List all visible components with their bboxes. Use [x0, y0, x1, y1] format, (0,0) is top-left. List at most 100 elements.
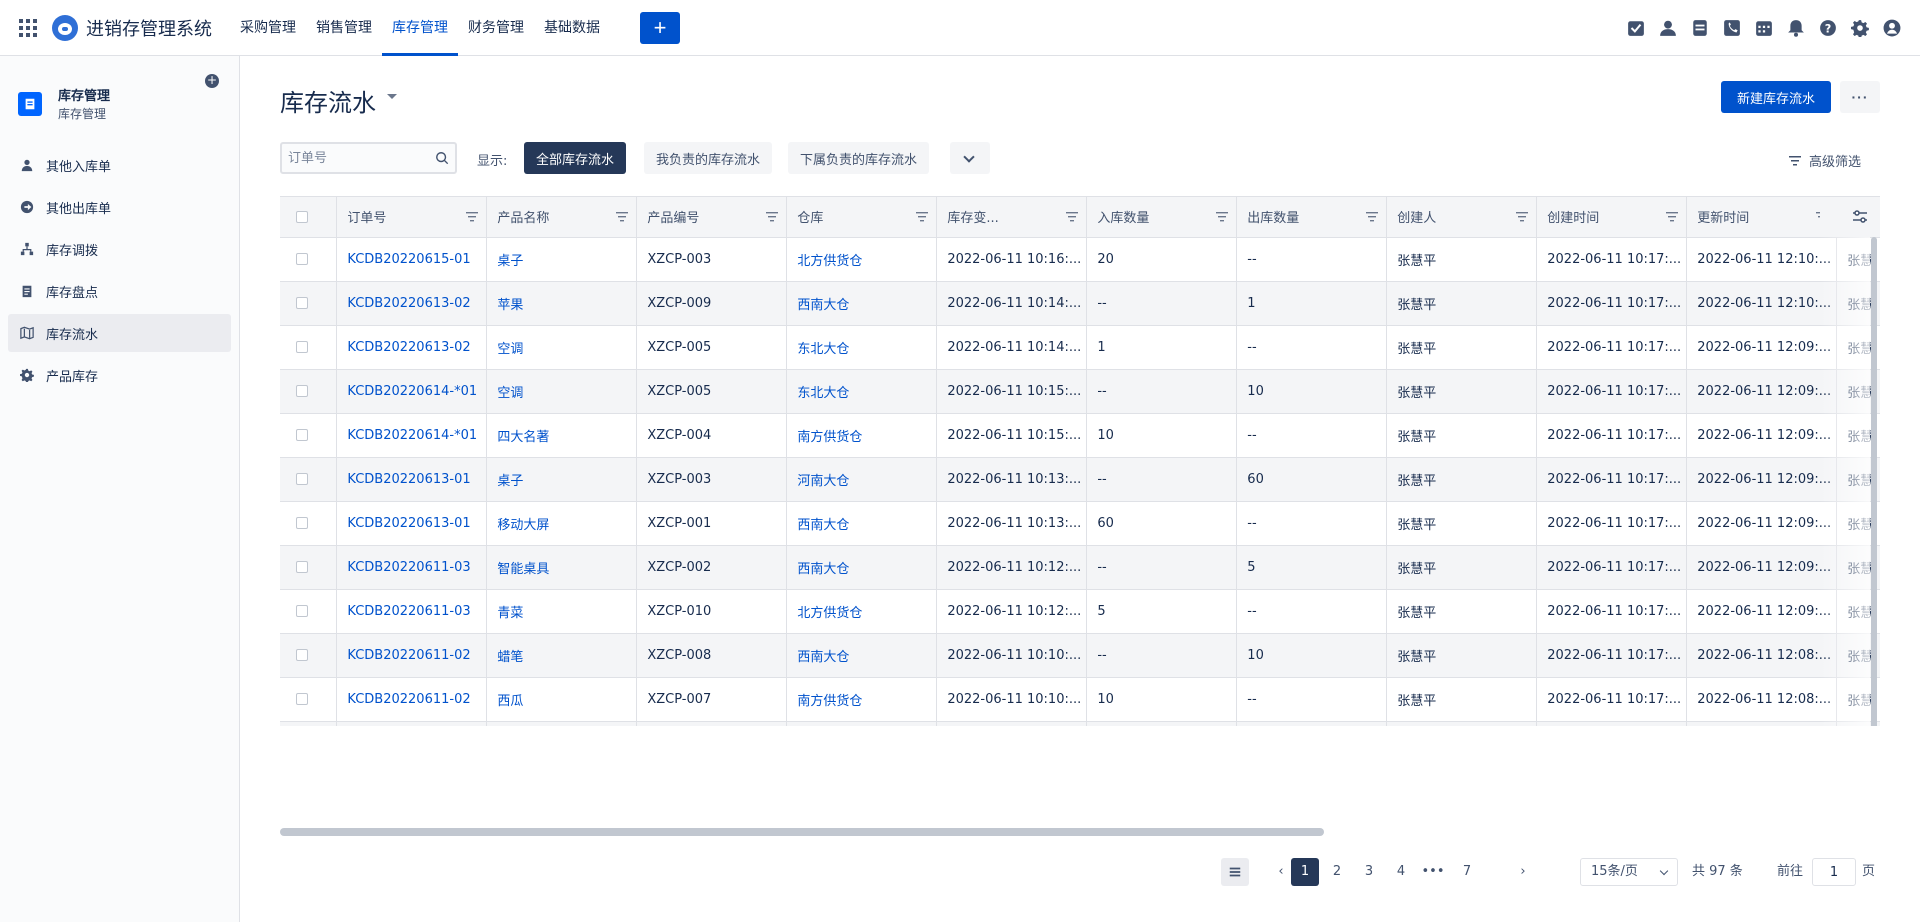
column-settings-icon[interactable] — [1820, 197, 1880, 237]
cell-link[interactable]: KCDB20220611-03 — [336, 589, 488, 634]
cell-link[interactable]: KCDB20220613-01 — [336, 501, 488, 546]
column-header-9[interactable]: 更新时间 — [1686, 197, 1838, 238]
sidebar-item-3[interactable]: 库存盘点 — [8, 272, 231, 310]
nav-item-2[interactable]: 库存管理 — [382, 0, 458, 56]
cell-link[interactable]: KCDB20220615-01 — [336, 237, 488, 282]
create-button[interactable]: + — [640, 11, 680, 44]
phone-icon[interactable] — [1716, 12, 1748, 44]
title-dropdown-icon[interactable] — [387, 94, 397, 99]
cell-link[interactable]: 河南大仓 — [786, 457, 938, 502]
row-checkbox[interactable] — [296, 297, 308, 309]
cell-link[interactable]: KCDB20220614-*01 — [336, 369, 488, 414]
more-button[interactable]: ··· — [1840, 81, 1880, 113]
search-input[interactable] — [282, 144, 422, 172]
new-inventory-flow-button[interactable]: 新建库存流水 — [1721, 81, 1831, 113]
page-number[interactable]: 3 — [1355, 858, 1383, 886]
horizontal-scrollbar[interactable] — [280, 828, 1324, 836]
cell-link[interactable]: 西南大仓 — [786, 545, 938, 590]
cell-link[interactable]: 华为电脑 — [486, 721, 638, 726]
advanced-filter[interactable]: 高级筛选 — [1789, 151, 1861, 170]
column-filter-icon[interactable] — [916, 212, 929, 222]
cell-link[interactable]: KCDB20220611-03 — [336, 545, 488, 590]
page-number[interactable]: 1 — [1291, 858, 1319, 886]
cell-link[interactable]: 青菜 — [486, 589, 638, 634]
cell-link[interactable]: KCDB20220614-*01 — [336, 413, 488, 458]
page-ellipsis[interactable]: ••• — [1419, 858, 1447, 886]
page-size-select[interactable]: 15条/页 — [1580, 858, 1678, 886]
app-switcher-icon[interactable] — [14, 14, 42, 42]
column-header-3[interactable]: 仓库 — [786, 197, 938, 238]
filter-all[interactable]: 全部库存流水 — [524, 142, 627, 174]
avatar-icon[interactable] — [1876, 12, 1908, 44]
cell-link[interactable]: 南方供货仓 — [786, 413, 938, 458]
cell-link[interactable]: 南方供货仓 — [786, 677, 938, 722]
select-all-checkbox[interactable] — [296, 210, 308, 223]
column-filter-icon[interactable] — [1516, 212, 1529, 222]
row-checkbox[interactable] — [296, 693, 308, 705]
row-checkbox[interactable] — [296, 649, 308, 661]
table-row[interactable]: KCDB20220615-01 桌子 XZCP-003 北方供货仓 2022-06-11… — [280, 237, 1880, 282]
row-checkbox[interactable] — [296, 385, 308, 397]
table-row[interactable]: KCDB20220613-02 苹果 XZCP-009 西南大仓 2022-06-11 … — [280, 281, 1880, 326]
cell-link[interactable]: 东北大仓 — [786, 369, 938, 414]
cell-link[interactable]: 移动大屏 — [486, 501, 638, 546]
nav-item-0[interactable]: 采购管理 — [230, 0, 306, 56]
table-row[interactable]: KCDB20220613-02 空调 XZCP-005 东北大仓 2022-06-11 … — [280, 325, 1880, 370]
row-checkbox[interactable] — [296, 605, 308, 617]
table-row[interactable]: KCDB20220611-02 西瓜 XZCP-007 南方供货仓 2022-06-11… — [280, 677, 1880, 722]
column-header-5[interactable]: 入库数量 — [1086, 197, 1238, 238]
page-number[interactable]: 7 — [1453, 858, 1481, 886]
sidebar-item-2[interactable]: 库存调拨 — [8, 230, 231, 268]
filter-subordinates[interactable]: 下属负责的库存流水 — [788, 142, 930, 174]
table-row[interactable]: KCDB20220614-*01 空调 XZCP-005 东北大仓 2022-06-11… — [280, 369, 1880, 414]
cell-link[interactable]: KCDB20220611-02 — [336, 633, 488, 678]
document-icon[interactable] — [1684, 12, 1716, 44]
filter-mine[interactable]: 我负责的库存流水 — [644, 142, 773, 174]
cell-link[interactable]: 西瓜 — [486, 677, 638, 722]
nav-item-4[interactable]: 基础数据 — [534, 0, 610, 56]
cell-link[interactable]: 苹果 — [486, 281, 638, 326]
column-header-1[interactable]: 产品名称 — [486, 197, 638, 238]
search-icon[interactable] — [435, 151, 449, 165]
column-header-8[interactable]: 创建时间 — [1536, 197, 1688, 238]
table-row[interactable]: KCDB20220613-01 桌子 XZCP-003 河南大仓 2022-06-11 … — [280, 457, 1880, 502]
column-filter-icon[interactable] — [1666, 212, 1679, 222]
table-row[interactable]: KCDB20220614-*01 四大名著 XZCP-004 南方供货仓 2022-06… — [280, 413, 1880, 458]
row-checkbox[interactable] — [296, 253, 308, 265]
next-page-icon[interactable]: › — [1509, 858, 1537, 886]
bell-icon[interactable] — [1780, 12, 1812, 44]
cell-link[interactable]: 西南大仓 — [786, 501, 938, 546]
nav-item-1[interactable]: 销售管理 — [306, 0, 382, 56]
column-filter-icon[interactable] — [1366, 212, 1379, 222]
cell-link[interactable]: KCDB20220611-01 — [336, 721, 488, 726]
table-row[interactable]: KCDB20220611-02 蜡笔 XZCP-008 西南大仓 2022-06-11 … — [280, 633, 1880, 678]
cell-link[interactable]: 空调 — [486, 325, 638, 370]
column-filter-icon[interactable] — [766, 212, 779, 222]
column-filter-icon[interactable] — [1216, 212, 1229, 222]
column-filter-icon[interactable] — [1066, 212, 1079, 222]
cell-link[interactable]: KCDB20220613-02 — [336, 325, 488, 370]
sidebar-item-1[interactable]: 其他出库单 — [8, 188, 231, 226]
cell-link[interactable]: 西南大仓 — [786, 281, 938, 326]
cell-link[interactable]: KCDB20220613-01 — [336, 457, 488, 502]
help-icon[interactable]: ? — [1812, 12, 1844, 44]
column-filter-icon[interactable] — [466, 212, 479, 222]
goto-page-input[interactable] — [1812, 858, 1856, 886]
column-header-4[interactable]: 库存变... — [936, 197, 1088, 238]
table-row[interactable]: KCDB20220611-01华为电脑XZCP-006青海大仓2022-06-1… — [280, 721, 1880, 726]
cell-link[interactable]: 智能桌具 — [486, 545, 638, 590]
cell-link[interactable]: 四大名著 — [486, 413, 638, 458]
row-checkbox[interactable] — [296, 561, 308, 573]
cell-link[interactable]: 北方供货仓 — [786, 237, 938, 282]
filter-more-dropdown[interactable] — [950, 142, 990, 174]
calendar-icon[interactable] — [1748, 12, 1780, 44]
cell-link[interactable]: 蜡笔 — [486, 633, 638, 678]
column-header-6[interactable]: 出库数量 — [1236, 197, 1388, 238]
cell-link[interactable]: 青海大仓 — [786, 721, 938, 726]
sidebar-item-4[interactable]: 库存流水 — [8, 314, 231, 352]
user-icon[interactable] — [1652, 12, 1684, 44]
row-checkbox[interactable] — [296, 341, 308, 353]
page-number[interactable]: 2 — [1323, 858, 1351, 886]
add-circle-icon[interactable]: + — [205, 74, 219, 88]
column-header-7[interactable]: 创建人 — [1386, 197, 1538, 238]
